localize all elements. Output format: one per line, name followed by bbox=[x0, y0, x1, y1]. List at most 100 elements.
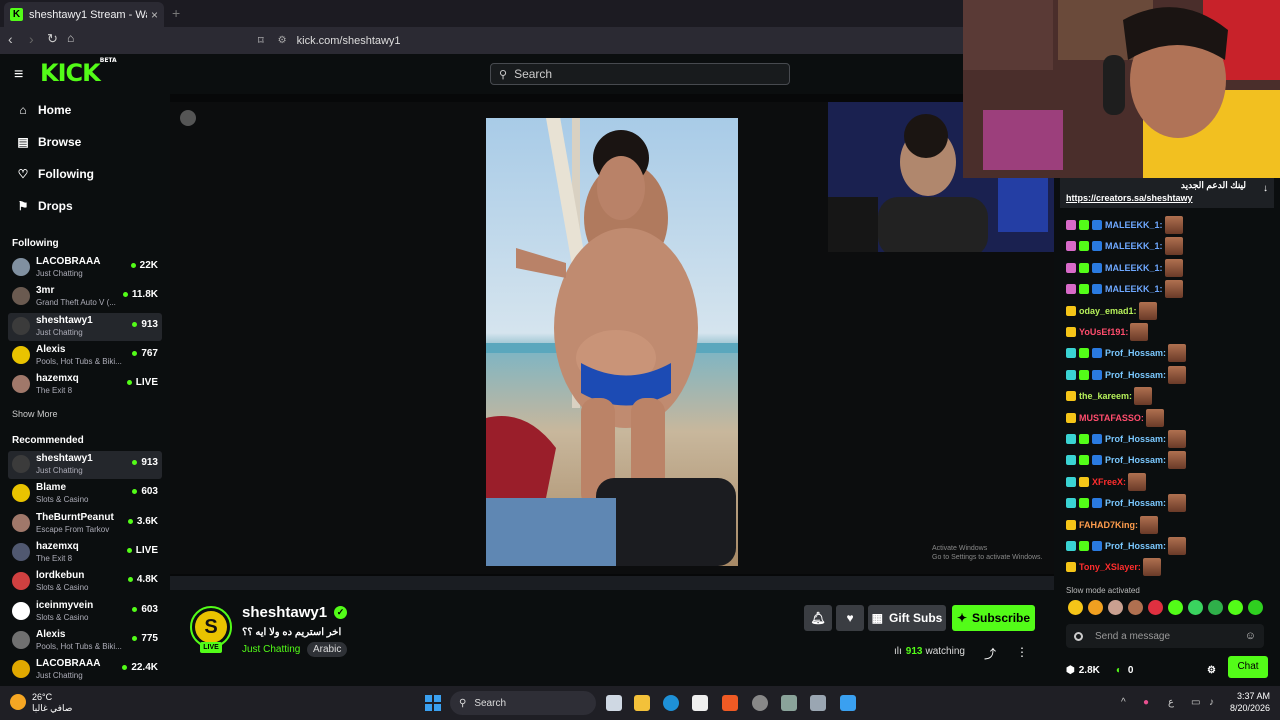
kick-logo[interactable]: KICKBETA bbox=[40, 57, 117, 87]
sidebar-channel[interactable]: hazemxq The Exit 8 LIVE bbox=[8, 539, 162, 567]
chat-username[interactable]: YoUsEf191: bbox=[1079, 327, 1128, 337]
windows-start-icon[interactable] bbox=[425, 695, 441, 711]
chat-username[interactable]: Prof_Hossam: bbox=[1105, 455, 1166, 465]
site-info-icon[interactable]: ⚙ bbox=[278, 35, 287, 46]
url-bar[interactable]: ⌑ ⚙ kick.com/sheshtawy1 bbox=[258, 30, 958, 51]
chat-message[interactable]: MALEEKK_1: bbox=[1066, 216, 1183, 234]
pinned-message[interactable]: لينك الدعم الجديد https://creators.sa/sh… bbox=[1060, 178, 1274, 208]
nav-drops[interactable]: ⚑ Drops bbox=[16, 196, 73, 216]
search-input[interactable]: ⚲ Search bbox=[490, 63, 790, 85]
emote-icon[interactable] bbox=[1068, 600, 1083, 615]
nav-following[interactable]: ♡ Following bbox=[16, 164, 94, 184]
reload-icon[interactable]: ↻ bbox=[47, 31, 58, 47]
video-player[interactable]: Activate Windows Go to Settings to activ… bbox=[170, 94, 1054, 590]
chat-username[interactable]: Prof_Hossam: bbox=[1105, 370, 1166, 380]
chat-message[interactable]: MUSTAFASSO: bbox=[1066, 408, 1164, 427]
chat-message[interactable]: Tony_XSlayer: bbox=[1066, 558, 1161, 577]
task-view-icon[interactable] bbox=[606, 695, 622, 711]
store-icon[interactable] bbox=[692, 695, 708, 711]
chat-message[interactable]: Prof_Hossam: bbox=[1066, 430, 1187, 448]
emote-icon[interactable] bbox=[1088, 600, 1103, 615]
file-explorer-icon[interactable] bbox=[634, 695, 650, 711]
chat-username[interactable]: MALEEKK_1: bbox=[1105, 241, 1163, 251]
emote-icon[interactable] bbox=[1208, 600, 1223, 615]
back-icon[interactable]: ‹ bbox=[8, 31, 13, 47]
sidebar-channel[interactable]: LACOBRAAA Just Chatting 22.4K bbox=[8, 656, 162, 684]
sidebar-channel[interactable]: LACOBRAAA Just Chatting 22K bbox=[8, 254, 162, 282]
chat-send-button[interactable]: Chat bbox=[1228, 656, 1268, 678]
settings-app-icon[interactable] bbox=[810, 695, 826, 711]
weather-widget[interactable]: 26°C صافي غالبا bbox=[10, 692, 72, 714]
browser-tab[interactable]: K sheshtawy1 Stream - Watch Live × bbox=[4, 2, 164, 27]
language-indicator[interactable]: ع bbox=[1168, 697, 1174, 708]
chat-username[interactable]: Prof_Hossam: bbox=[1105, 498, 1166, 508]
chat-message[interactable]: Prof_Hossam: bbox=[1066, 494, 1187, 513]
follow-button[interactable]: ♥ bbox=[836, 605, 864, 631]
app-icon[interactable] bbox=[781, 695, 797, 711]
emote-icon[interactable] bbox=[1128, 600, 1143, 615]
channel-name[interactable]: sheshtawy1 ✓ bbox=[242, 604, 348, 621]
settings-icon[interactable]: ⚙ bbox=[1207, 665, 1216, 676]
stream-category-link[interactable]: Just Chatting bbox=[242, 644, 300, 655]
sidebar-channel[interactable]: Alexis Pools, Hot Tubs & Biki... 767 bbox=[8, 342, 162, 370]
chat-message-input[interactable]: Send a message ☺ bbox=[1066, 624, 1264, 648]
microphone-icon[interactable]: ● bbox=[1143, 697, 1149, 708]
chat-message[interactable]: XFreeX: bbox=[1066, 472, 1147, 491]
new-tab-icon[interactable]: + bbox=[172, 5, 180, 21]
sidebar-channel[interactable]: iceinmyvein Slots & Casino 603 bbox=[8, 598, 162, 626]
emote-icon[interactable] bbox=[1188, 600, 1203, 615]
taskbar-search[interactable]: ⚲ Search bbox=[450, 691, 596, 715]
tab-close-icon[interactable]: × bbox=[151, 8, 158, 22]
forward-icon[interactable]: › bbox=[29, 31, 34, 47]
chat-username[interactable]: oday_emad1: bbox=[1079, 306, 1137, 316]
chat-username[interactable]: Prof_Hossam: bbox=[1105, 348, 1166, 358]
more-options-icon[interactable]: ⋮ bbox=[1016, 645, 1028, 659]
chat-message[interactable]: MALEEKK_1: bbox=[1066, 280, 1183, 299]
sidebar-channel[interactable]: lordkebun Slots & Casino 4.8K bbox=[8, 568, 162, 596]
emote-icon[interactable] bbox=[1228, 600, 1243, 615]
chat-message[interactable]: FAHAD7King: bbox=[1066, 515, 1158, 534]
sidebar-channel[interactable]: sheshtawy1 Just Chatting 913 bbox=[8, 451, 162, 479]
volume-icon[interactable]: ♪ bbox=[1209, 697, 1214, 708]
chat-message[interactable]: Prof_Hossam: bbox=[1066, 451, 1187, 470]
emote-icon[interactable] bbox=[1248, 600, 1263, 615]
chat-message[interactable]: Prof_Hossam: bbox=[1066, 365, 1187, 384]
chat-message[interactable]: oday_emad1: bbox=[1066, 301, 1157, 320]
nav-browse[interactable]: ▤ Browse bbox=[16, 132, 81, 152]
edge-icon[interactable] bbox=[663, 695, 679, 711]
chevron-down-icon[interactable]: ↓ bbox=[1263, 183, 1268, 194]
menu-icon[interactable]: ≡ bbox=[14, 66, 23, 84]
gift-subs-button[interactable]: ▦ Gift Subs bbox=[868, 605, 946, 631]
sidebar-channel[interactable]: TheBurntPeanut Escape From Tarkov 3.6K bbox=[8, 510, 162, 538]
chat-message[interactable]: Prof_Hossam: bbox=[1066, 344, 1187, 363]
tray-overflow-icon[interactable]: ^ bbox=[1121, 697, 1126, 708]
brave-icon[interactable] bbox=[722, 695, 738, 711]
chat-username[interactable]: FAHAD7King: bbox=[1079, 520, 1138, 530]
chat-username[interactable]: Tony_XSlayer: bbox=[1079, 562, 1141, 572]
app-icon[interactable] bbox=[752, 695, 768, 711]
sidebar-channel[interactable]: hazemxq The Exit 8 LIVE bbox=[8, 371, 162, 399]
chat-message[interactable]: the_kareem: bbox=[1066, 387, 1153, 406]
chat-username[interactable]: XFreeX: bbox=[1092, 477, 1126, 487]
chat-message[interactable]: YoUsEf191: bbox=[1066, 323, 1149, 341]
nav-home[interactable]: ⌂ Home bbox=[16, 100, 71, 120]
chat-message[interactable]: MALEEKK_1: bbox=[1066, 237, 1183, 256]
app-icon[interactable] bbox=[840, 695, 856, 711]
chat-username[interactable]: MALEEKK_1: bbox=[1105, 220, 1163, 230]
sidebar-channel[interactable]: Blame Slots & Casino 603 bbox=[8, 480, 162, 508]
network-icon[interactable]: ▭ bbox=[1191, 697, 1200, 708]
sidebar-channel[interactable]: 3mr Grand Theft Auto V (... 11.8K bbox=[8, 283, 162, 311]
chat-username[interactable]: Prof_Hossam: bbox=[1105, 541, 1166, 551]
sidebar-channel[interactable]: Alexis Pools, Hot Tubs & Biki... 775 bbox=[8, 627, 162, 655]
chat-username[interactable]: Prof_Hossam: bbox=[1105, 434, 1166, 444]
chat-username[interactable]: MUSTAFASSO: bbox=[1079, 413, 1144, 423]
language-tag[interactable]: Arabic bbox=[307, 642, 348, 657]
home-browser-icon[interactable]: ⌂ bbox=[67, 31, 74, 45]
chat-username[interactable]: MALEEKK_1: bbox=[1105, 284, 1163, 294]
chat-username[interactable]: the_kareem: bbox=[1079, 391, 1132, 401]
emoji-picker-icon[interactable]: ☺ bbox=[1245, 630, 1256, 642]
emote-icon[interactable] bbox=[1108, 600, 1123, 615]
pinned-link[interactable]: https://creators.sa/sheshtawy bbox=[1066, 193, 1193, 203]
sidebar-channel[interactable]: sheshtawy1 Just Chatting 913 bbox=[8, 312, 162, 341]
show-more-link[interactable]: Show More bbox=[12, 409, 58, 419]
